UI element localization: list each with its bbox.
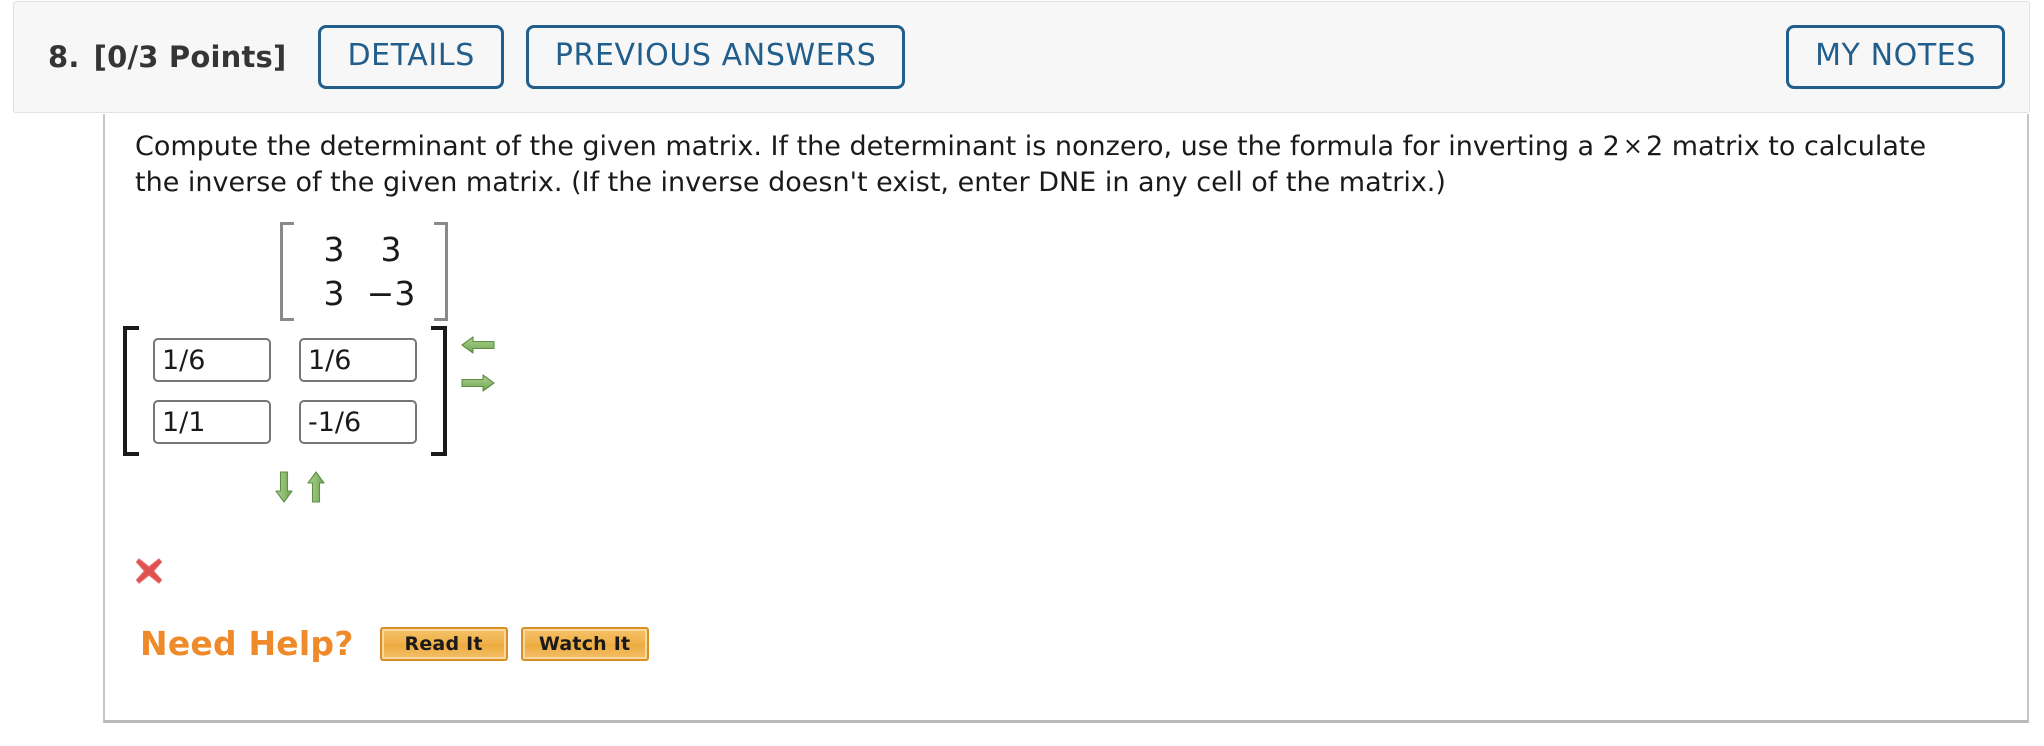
points-badge: [0/3 Points] — [93, 40, 287, 74]
question-container: 8. [0/3 Points] DETAILS PREVIOUS ANSWERS… — [0, 0, 2044, 746]
multiplication-sign: × — [1622, 132, 1643, 160]
problem-statement: Compute the determinant of the given mat… — [135, 129, 1965, 201]
my-notes-button[interactable]: MY NOTES — [1786, 25, 2005, 89]
question-header: 8. [0/3 Points] DETAILS PREVIOUS ANSWERS… — [13, 1, 2030, 113]
question-number: 8. — [48, 40, 80, 74]
matrix-column-controls — [460, 334, 504, 394]
answer-input-r1c2[interactable] — [299, 338, 417, 382]
remove-row-button[interactable] — [305, 470, 327, 508]
answer-input-r2c1[interactable] — [153, 400, 271, 444]
previous-answers-button[interactable]: PREVIOUS ANSWERS — [525, 25, 906, 89]
need-help-label: Need Help? — [140, 624, 354, 663]
given-matrix-grid: 3 3 3 −3 — [294, 222, 434, 321]
answer-matrix-grid — [139, 326, 431, 456]
question-body: Compute the determinant of the given mat… — [103, 114, 2029, 723]
given-matrix-right-bracket — [434, 222, 448, 322]
watch-it-button[interactable]: Watch It — [520, 626, 649, 661]
given-matrix: 3 3 3 −3 — [280, 222, 448, 322]
answer-matrix-right-bracket — [431, 326, 447, 456]
add-column-button[interactable] — [460, 372, 504, 394]
answer-matrix — [123, 326, 447, 456]
watch-it-label: Watch It — [538, 632, 631, 655]
given-cell-r2c2: −3 — [366, 273, 416, 313]
details-button[interactable]: DETAILS — [318, 25, 504, 89]
read-it-button[interactable]: Read It — [379, 626, 508, 661]
arrow-left-icon — [461, 336, 495, 354]
answer-matrix-left-bracket — [123, 326, 139, 456]
arrow-up-icon — [307, 471, 325, 503]
arrow-down-icon — [275, 471, 293, 503]
problem-line-1a: Compute the determinant of the given mat… — [135, 131, 1620, 162]
remove-column-button[interactable] — [460, 334, 504, 356]
given-cell-r1c2: 3 — [380, 230, 402, 269]
given-matrix-left-bracket — [280, 222, 294, 322]
matrix-row-controls — [273, 470, 327, 508]
problem-line-2: inverse of the given matrix. (If the inv… — [187, 167, 1446, 199]
read-it-label: Read It — [404, 632, 483, 655]
answer-input-r1c1[interactable] — [153, 338, 271, 382]
status-badge — [132, 554, 166, 592]
arrow-right-icon — [461, 374, 495, 392]
need-help-row: Need Help? Read It Watch It — [140, 624, 662, 663]
x-mark-icon — [135, 558, 163, 584]
add-row-button[interactable] — [273, 470, 295, 508]
answer-input-r2c2[interactable] — [299, 400, 417, 444]
given-cell-r1c1: 3 — [323, 230, 345, 269]
given-cell-r2c1: 3 — [323, 273, 345, 313]
